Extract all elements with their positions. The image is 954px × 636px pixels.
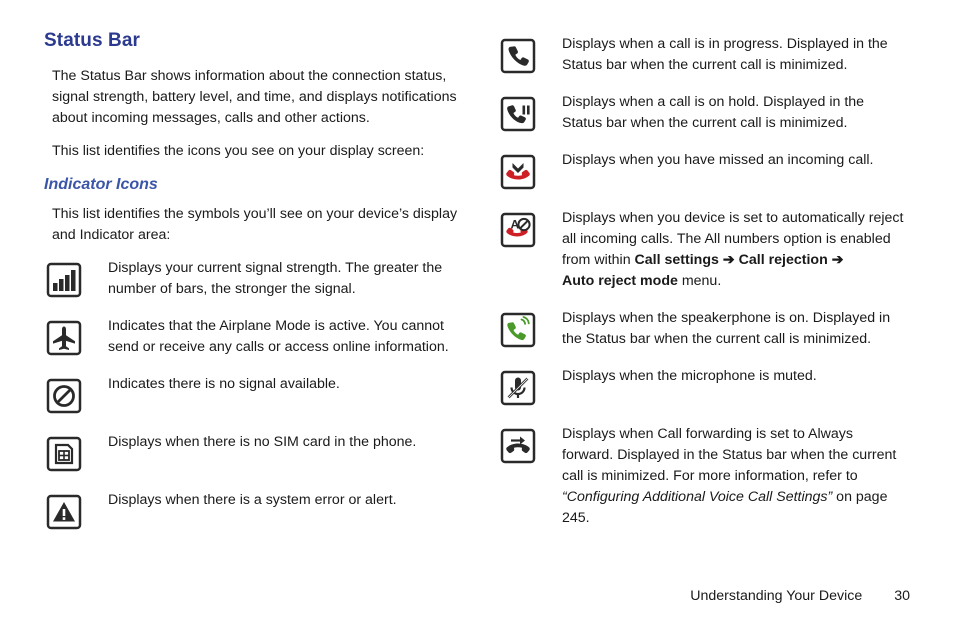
- icon-cell: [44, 316, 108, 358]
- icon-cell: [498, 34, 562, 76]
- list-item-text: Indicates there is no signal available.: [108, 376, 340, 392]
- subtitle-paragraph: This list identifies the symbols you’ll …: [52, 206, 458, 243]
- page-title: Status Bar: [44, 30, 141, 51]
- list-item: Displays when the speakerphone is on. Di…: [498, 308, 908, 350]
- auto-reject-arrow-1: ➔: [718, 252, 739, 268]
- list-item: Displays when there is a system error or…: [44, 490, 464, 532]
- call-forwarding-text-1: Displays when Call forwarding is set to …: [562, 426, 897, 484]
- auto-reject-arrow-2: ➔: [827, 252, 844, 268]
- call-in-progress-icon: [498, 36, 538, 76]
- list-item-text: Indicates that the Airplane Mode is acti…: [108, 318, 449, 355]
- list-item: Displays when Call forwarding is set to …: [498, 424, 908, 529]
- auto-reject-bold-auto-reject-mode: Auto reject mode: [562, 273, 678, 289]
- list-item-text: Displays when you have missed an incomin…: [562, 152, 874, 168]
- icon-cell: [498, 92, 562, 134]
- airplane-mode-icon: [44, 318, 84, 358]
- auto-reject-call-icon: A: [498, 210, 538, 250]
- list-item-text: Displays when a call is in progress. Dis…: [562, 36, 888, 73]
- footer-page-number: 30: [894, 588, 910, 604]
- list-item-text: Displays your current signal strength. T…: [108, 260, 443, 297]
- auto-reject-bold-call-settings: Call settings: [634, 252, 719, 268]
- auto-reject-bold-call-rejection: Call rejection: [738, 252, 828, 268]
- no-signal-icon: [44, 376, 84, 416]
- list-item: Indicates there is no signal available.: [44, 374, 464, 416]
- right-column: Displays when a call is in progress. Dis…: [498, 30, 908, 545]
- list-item: Displays when there is no SIM card in th…: [44, 432, 464, 474]
- list-item: Displays your current signal strength. T…: [44, 258, 464, 300]
- icon-cell: A: [498, 208, 562, 250]
- signal-strength-icon: [44, 260, 84, 300]
- list-item-text: Displays when there is no SIM card in th…: [108, 434, 417, 450]
- call-forwarding-icon: [498, 426, 538, 466]
- document-page: Status Bar The Status Bar shows informat…: [0, 0, 954, 636]
- call-forwarding-reference: “Configuring Additional Voice Call Setti…: [562, 489, 833, 505]
- footer-chapter-title: Understanding Your Device: [690, 588, 863, 604]
- auto-reject-text-2: menu.: [677, 273, 722, 289]
- speakerphone-on-icon: [498, 310, 538, 350]
- icon-cell: [498, 150, 562, 192]
- list-item: Displays when a call is on hold. Display…: [498, 92, 908, 134]
- icon-cell: [44, 432, 108, 474]
- call-on-hold-icon: [498, 94, 538, 134]
- list-item-text: Displays when there is a system error or…: [108, 492, 397, 508]
- list-item-text: Displays when a call is on hold. Display…: [562, 94, 865, 131]
- list-item: Displays when you have missed an incomin…: [498, 150, 908, 192]
- left-icon-list: Displays your current signal strength. T…: [44, 258, 464, 532]
- list-item: Displays when the microphone is muted.: [498, 366, 908, 408]
- missed-call-icon: [498, 152, 538, 192]
- icon-cell: [44, 490, 108, 532]
- icon-cell: [498, 308, 562, 350]
- list-item-text: Displays when Call forwarding is set to …: [562, 424, 908, 529]
- icon-cell: [498, 424, 562, 466]
- icon-cell: [498, 366, 562, 408]
- section-subtitle: Indicator Icons: [44, 176, 158, 193]
- list-item: Indicates that the Airplane Mode is acti…: [44, 316, 464, 358]
- list-item-text: Displays when the speakerphone is on. Di…: [562, 310, 891, 347]
- system-error-alert-icon: [44, 492, 84, 532]
- list-item: Displays when a call is in progress. Dis…: [498, 34, 908, 76]
- icon-cell: [44, 374, 108, 416]
- microphone-muted-icon: [498, 368, 538, 408]
- icon-cell: [44, 258, 108, 300]
- list-item-text: Displays when you device is set to autom…: [562, 208, 908, 292]
- intro-paragraph-2: This list identifies the icons you see o…: [52, 143, 425, 159]
- intro-paragraph-1: The Status Bar shows information about t…: [52, 68, 457, 126]
- left-column: Status Bar The Status Bar shows informat…: [44, 30, 464, 548]
- page-footer: Understanding Your Device 30: [690, 588, 910, 604]
- list-item: A Displays when you device is set to aut…: [498, 208, 908, 292]
- list-item-text: Displays when the microphone is muted.: [562, 368, 817, 384]
- no-sim-card-icon: [44, 434, 84, 474]
- right-icon-list: Displays when a call is in progress. Dis…: [498, 34, 908, 529]
